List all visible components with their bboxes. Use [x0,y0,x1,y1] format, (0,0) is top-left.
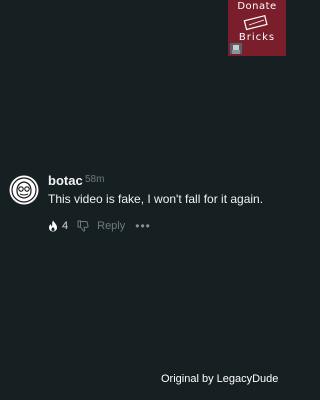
page: Donate Bricks botac 58m This video is fa… [0,0,286,400]
donate-label: Donate [237,1,277,12]
reply-button[interactable]: Reply [97,220,125,232]
brick-icon [243,14,268,31]
comment-actions: 4 Reply ••• [48,219,151,233]
comment-timestamp: 58m [85,174,105,185]
comment-text: This video is fake, I won't fall for it … [48,192,264,206]
fire-icon[interactable] [48,220,58,232]
credit-text: Original by LegacyDude [161,373,279,385]
donate-bricks-badge[interactable]: Donate Bricks [228,0,286,56]
mini-avatar-icon [230,43,242,54]
comment-username[interactable]: botac [48,173,83,188]
avatar-icon[interactable] [9,175,39,205]
dislike-icon[interactable] [77,220,89,232]
more-icon[interactable]: ••• [135,220,151,232]
bricks-label: Bricks [238,32,276,43]
like-count: 4 [62,220,69,232]
